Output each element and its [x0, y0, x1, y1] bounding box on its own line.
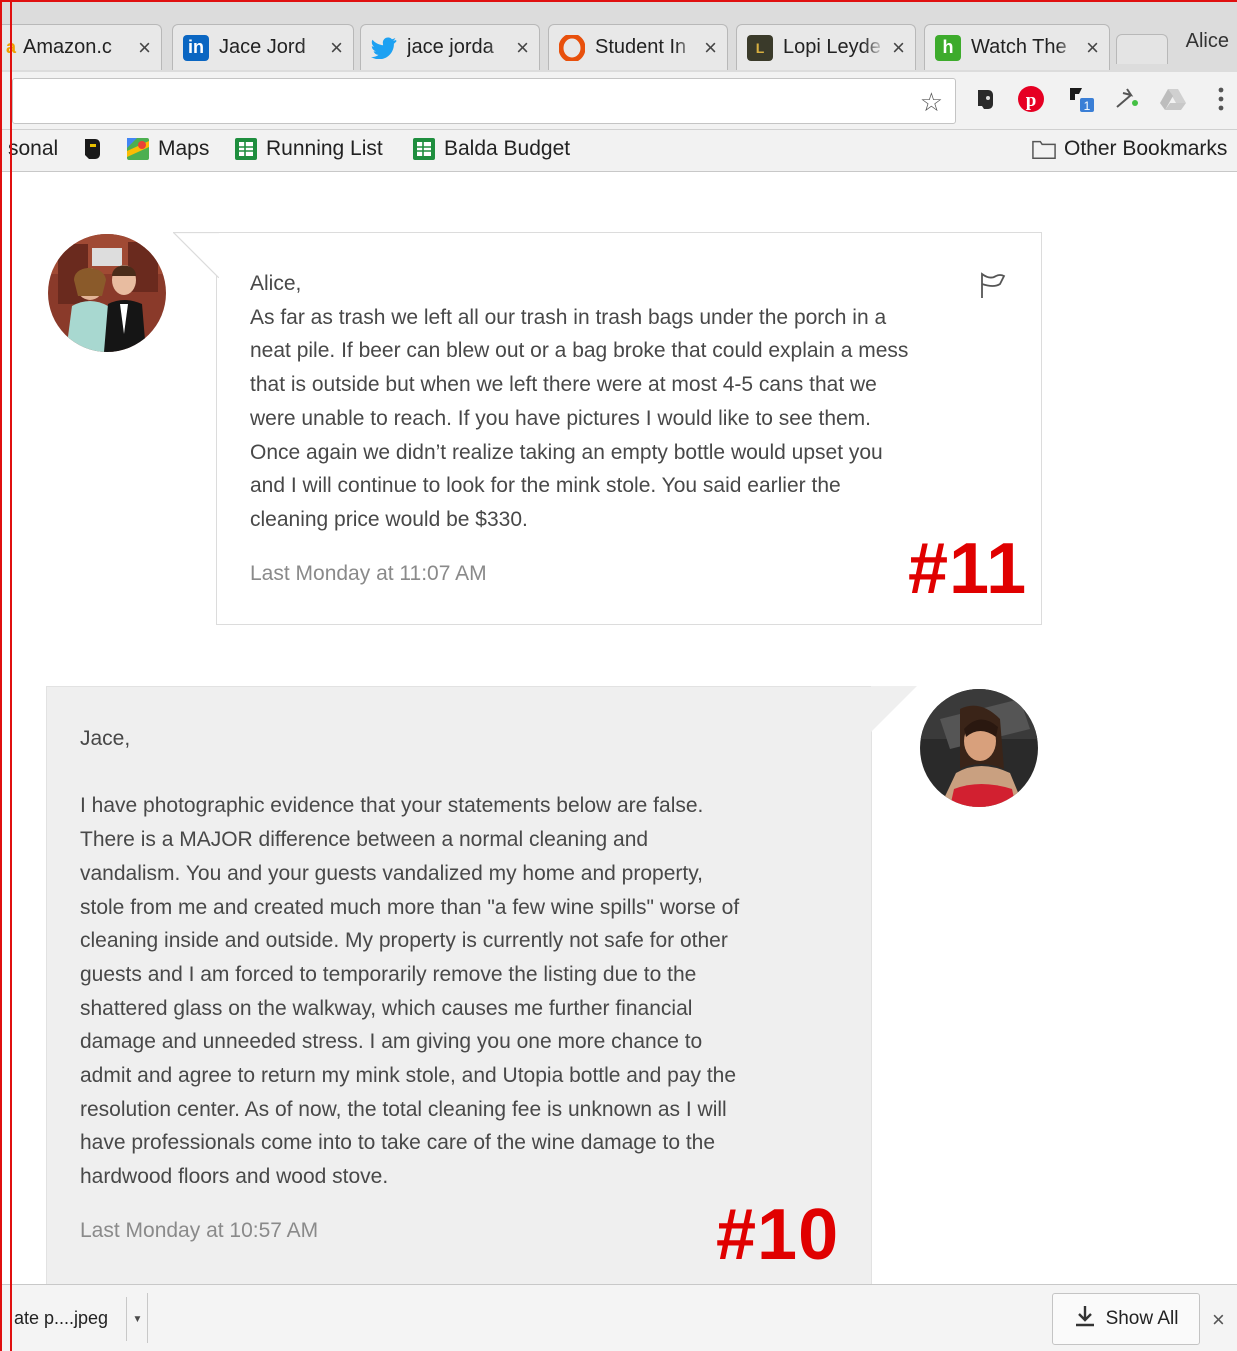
caret-down-icon: ▼: [132, 1313, 143, 1325]
tab-linkedin[interactable]: in Jace Jord ×: [172, 24, 354, 70]
download-filename: ate p....jpeg: [14, 1307, 109, 1328]
office-icon: [559, 34, 585, 61]
download-icon: [1074, 1304, 1096, 1334]
tab-title: Jace Jord: [219, 36, 306, 58]
maps-icon: [126, 137, 150, 161]
tab-hulu[interactable]: h Watch The ×: [924, 24, 1110, 70]
bookmark-maps[interactable]: Maps: [126, 137, 209, 161]
tab-title: Student In: [595, 36, 687, 58]
message-body: Jace, I have photographic evidence that …: [80, 722, 860, 1248]
bookmarks-bar: sonal Maps Running List Balda Budget Oth…: [0, 130, 1237, 172]
bookmark-personal[interactable]: sonal: [8, 137, 58, 161]
tab-title: jace jorda: [407, 36, 494, 58]
close-icon[interactable]: ×: [892, 35, 905, 61]
tab-twitter[interactable]: jace jorda ×: [360, 24, 540, 70]
bookmark-star-icon[interactable]: ☆: [920, 87, 943, 118]
tab-amazon[interactable]: a Amazon.c ×: [0, 24, 162, 70]
close-icon[interactable]: ×: [138, 35, 151, 61]
bookmark-label: Maps: [158, 137, 210, 160]
close-icon[interactable]: ×: [704, 35, 717, 61]
menu-dots-icon[interactable]: [1206, 84, 1236, 114]
avatar[interactable]: [48, 234, 166, 352]
annotation-label: #10: [716, 1195, 840, 1275]
message-text: Jace, I have photographic evidence that …: [80, 727, 740, 1189]
svg-text:1: 1: [1084, 99, 1091, 113]
close-icon[interactable]: ×: [330, 35, 343, 61]
close-icon[interactable]: ×: [1086, 35, 1099, 61]
message-text: Alice, As far as trash we left all our t…: [250, 272, 909, 531]
address-bar[interactable]: ☆: [12, 78, 956, 124]
folder-icon: [1032, 137, 1056, 161]
hulu-icon: h: [935, 34, 961, 61]
profile-name[interactable]: Alice: [1186, 30, 1229, 53]
download-options-button[interactable]: ▼: [126, 1297, 148, 1341]
tab-title: Lopi Leyde: [783, 36, 881, 58]
show-all-button[interactable]: Show All: [1052, 1293, 1200, 1345]
tab-office[interactable]: Student In ×: [548, 24, 728, 70]
avatar[interactable]: [920, 689, 1038, 807]
drive-icon[interactable]: [1158, 84, 1188, 114]
bookmark-label: Other Bookmarks: [1064, 137, 1228, 160]
bookmark-label: Running List: [266, 137, 383, 160]
close-icon[interactable]: ×: [1212, 1307, 1225, 1333]
bookmark-running-list[interactable]: Running List: [234, 137, 383, 161]
bookmark-label: Balda Budget: [444, 137, 571, 160]
twitter-icon: [371, 35, 397, 61]
pinterest-icon[interactable]: p: [1016, 84, 1046, 114]
tab-strip: a Amazon.c × in Jace Jord × jace jorda ×…: [0, 0, 1237, 72]
download-shelf: ate p....jpeg ▼ Show All ×: [0, 1284, 1237, 1351]
svg-text:p: p: [1026, 90, 1037, 111]
browser-toolbar: ☆: [0, 72, 1237, 130]
close-icon[interactable]: ×: [516, 35, 529, 61]
message-thread: Alice, As far as trash we left all our t…: [12, 172, 1237, 1284]
tab-lopi[interactable]: L Lopi Leyde ×: [736, 24, 916, 70]
tab-title: Watch The: [971, 36, 1067, 58]
evernote-bookmark-icon: [80, 137, 104, 161]
show-all-label: Show All: [1105, 1308, 1179, 1329]
message-body: Alice, As far as trash we left all our t…: [250, 267, 1010, 590]
extension-badge-icon[interactable]: 1: [1066, 84, 1096, 114]
tab-title: Amazon.c: [23, 36, 112, 58]
new-tab-button[interactable]: [1116, 34, 1168, 64]
lopi-icon: L: [747, 34, 773, 61]
screenshot-border-left: [10, 0, 12, 1351]
message-timestamp: Last Monday at 11:07 AM: [250, 561, 487, 585]
wand-icon[interactable]: [1112, 84, 1142, 114]
bookmark-label: sonal: [8, 137, 59, 160]
bookmark-balda-budget[interactable]: Balda Budget: [412, 137, 570, 161]
annotation-label: #11: [908, 529, 1028, 609]
sheets-icon: [234, 137, 258, 161]
bookmark-other[interactable]: Other Bookmarks: [1032, 137, 1227, 161]
bookmark-evernote[interactable]: [80, 137, 112, 161]
sheets-icon: [412, 137, 436, 161]
linkedin-icon: in: [183, 34, 209, 61]
evernote-icon[interactable]: [970, 84, 1000, 114]
